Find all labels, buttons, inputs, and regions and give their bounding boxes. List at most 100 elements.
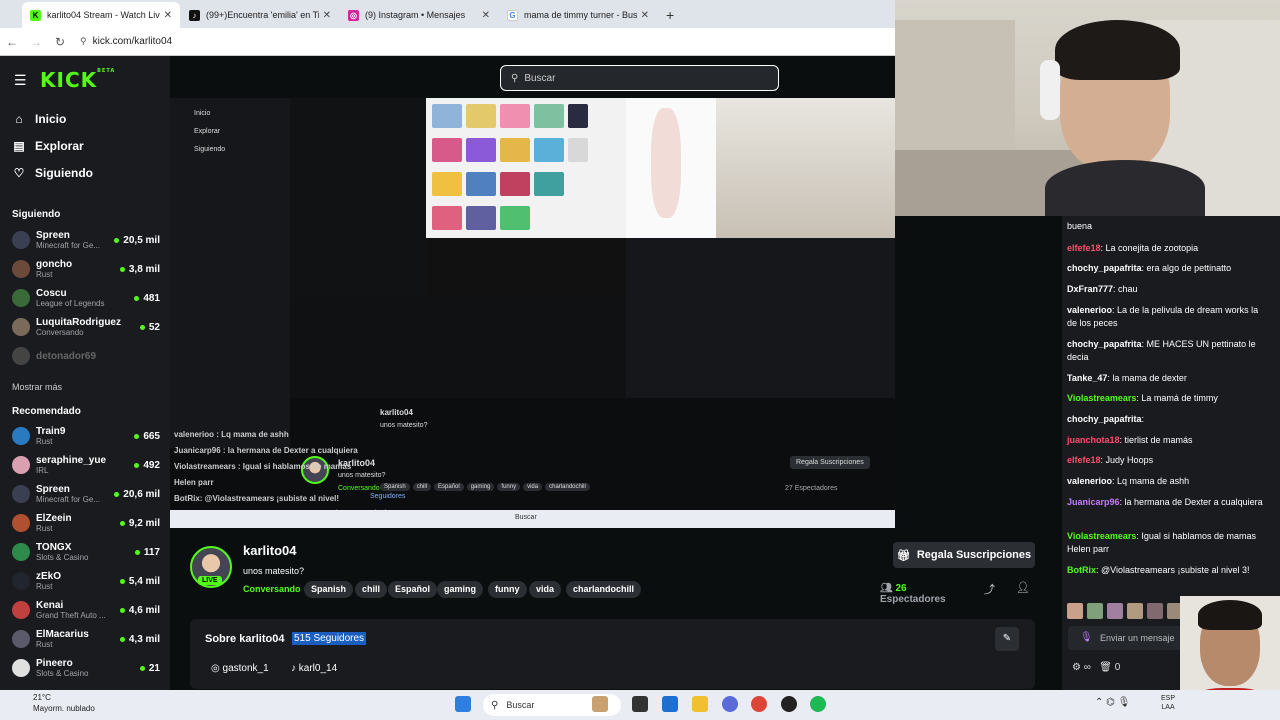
recommended-channel[interactable]: TONGX Slots & Casino 117	[12, 538, 160, 566]
edit-icon[interactable]: ✎	[995, 627, 1019, 651]
recommended-channel[interactable]: ElZeein Rust 9,2 mil	[12, 509, 160, 537]
close-tab-icon[interactable]: ✕	[323, 10, 331, 21]
tag-chill[interactable]: chill	[355, 581, 388, 598]
chat-username[interactable]: juanchota18	[1067, 435, 1120, 445]
following-channel[interactable]: detonador69	[12, 342, 160, 370]
chat-separator: :	[1141, 414, 1145, 424]
back-icon[interactable]: ←	[0, 35, 24, 49]
tag-gaming[interactable]: gaming	[437, 581, 484, 598]
emote-icon[interactable]	[1107, 603, 1123, 619]
store-icon[interactable]	[662, 696, 678, 712]
following-channel[interactable]: goncho Rust 3,8 mil	[12, 255, 160, 283]
channel-name: detonador69	[36, 350, 97, 362]
tab-title: mama de timmy turner - Buscar	[524, 10, 637, 20]
close-tab-icon[interactable]: ✕	[641, 10, 649, 21]
browser-tab-kick[interactable]: K karlito04 Stream - Watch Live o ✕	[22, 2, 180, 28]
emote-icon[interactable]	[1067, 603, 1083, 619]
chat-username[interactable]: elfefe18	[1067, 243, 1101, 253]
channel-names: Spreen Minecraft for Ge...	[36, 484, 114, 504]
discord-icon[interactable]	[722, 696, 738, 712]
channel-names: ElMacarius Rust	[36, 629, 120, 649]
tag-spanish[interactable]: Spanish	[304, 581, 354, 598]
follow-user-icon[interactable]: 👤︎	[1016, 581, 1030, 594]
browser-tab-instagram[interactable]: ◎ (9) Instagram • Mensajes ✕	[340, 2, 498, 28]
chat-username[interactable]: elfefe18	[1067, 455, 1101, 465]
channel-category: Slots & Casino	[36, 669, 89, 678]
emote-icon[interactable]	[1087, 603, 1103, 619]
chat-username[interactable]: DxFran777	[1067, 284, 1113, 294]
recommended-channel[interactable]: ElMacarius Rust 4,3 mil	[12, 625, 160, 653]
following-channel[interactable]: Spreen Minecraft for Ge... 20,5 mil	[12, 226, 160, 254]
close-tab-icon[interactable]: ✕	[482, 10, 490, 21]
menu-icon[interactable]: ☰	[14, 72, 27, 89]
new-tab-button[interactable]: +	[658, 2, 682, 28]
reload-icon[interactable]: ↻	[48, 35, 72, 49]
url-field[interactable]: ⚲ kick.com/karlito04	[80, 36, 172, 47]
site-info-icon[interactable]: ⚲	[80, 36, 87, 47]
channel-names: Train9 Rust	[36, 426, 134, 446]
trash-icon[interactable]: 🗑︎	[1099, 662, 1112, 673]
stream-category-link[interactable]: Conversando	[243, 584, 301, 594]
share-icon[interactable]: ⤴	[984, 581, 995, 597]
recommended-channel[interactable]: seraphine_yue IRL 492	[12, 451, 160, 479]
avatar	[12, 289, 30, 307]
chat-username[interactable]: valenerioo	[1067, 305, 1112, 315]
windows-start-icon[interactable]	[455, 696, 471, 712]
emote-icon[interactable]	[1127, 603, 1143, 619]
tag-español[interactable]: Español	[388, 581, 438, 598]
lang-layout: LAA	[1161, 704, 1175, 711]
search-input[interactable]: ⚲ Buscar	[500, 65, 779, 91]
chat-username[interactable]: Violastreamears	[1067, 531, 1136, 541]
recommended-channel[interactable]: Spreen Minecraft for Ge... 20,6 mil	[12, 480, 160, 508]
nav-inicio[interactable]: ⌂ Inicio	[12, 112, 66, 126]
tag-vida[interactable]: vida	[529, 581, 562, 598]
show-more-link[interactable]: Mostrar más	[12, 382, 62, 392]
nested-tag: chill	[412, 483, 432, 491]
close-tab-icon[interactable]: ✕	[164, 10, 172, 21]
microphone-icon[interactable]: 🎙︎	[1080, 626, 1093, 650]
tag-charlandochill[interactable]: charlandochill	[566, 581, 642, 598]
tiktok-link[interactable]: ♪ karl0_14	[291, 663, 337, 674]
recommended-channel[interactable]: zEkO Rust 5,4 mil	[12, 567, 160, 595]
recommended-channel[interactable]: Kenai Grand Theft Auto ... 4,6 mil	[12, 596, 160, 624]
recommended-channel[interactable]: Pineero Slots & Casino 21	[12, 654, 160, 682]
instagram-link[interactable]: ◎ gastonk_1	[211, 663, 269, 674]
emote-icon[interactable]	[1147, 603, 1163, 619]
video-player[interactable]: Inicio Explorar Siguiendo karlito04 unos…	[170, 98, 895, 528]
nested-taskbar: Buscar	[170, 510, 895, 528]
task-view-icon[interactable]	[632, 696, 648, 712]
app-icon[interactable]	[781, 696, 797, 712]
chat-username[interactable]: Tanke_47	[1067, 373, 1107, 383]
forward-icon[interactable]: →	[24, 35, 48, 49]
file-explorer-icon[interactable]	[692, 696, 708, 712]
following-channel[interactable]: LuquitaRodriguez Conversando 52	[12, 313, 160, 341]
chat-username[interactable]: chochy_papafrita	[1067, 339, 1142, 349]
spotify-icon[interactable]	[810, 696, 826, 712]
chat-username[interactable]: Juanicarp96	[1067, 497, 1120, 507]
widget-icon[interactable]	[592, 696, 608, 712]
chat-username[interactable]: valenerioo	[1067, 476, 1112, 486]
nested-taskbar-search: Buscar	[515, 514, 537, 521]
tag-funny[interactable]: funny	[488, 581, 527, 598]
recommended-channel[interactable]: Train9 Rust 665	[12, 422, 160, 450]
browser-tab-tiktok[interactable]: ♪ (99+)Encuentra 'emilia' en TikTok ✕	[181, 2, 339, 28]
chat-username[interactable]: Violastreamears	[1067, 393, 1136, 403]
settings-icon[interactable]: ⚙ ∞	[1072, 662, 1091, 673]
following-channel[interactable]: Coscu League of Legends 481	[12, 284, 160, 312]
gift-subs-button[interactable]: 🎁︎ Regala Suscripciones	[893, 542, 1035, 568]
chat-username[interactable]: BotRix	[1067, 565, 1096, 575]
kick-logo[interactable]: KICKBETA	[40, 68, 115, 92]
chrome-icon[interactable]	[751, 696, 767, 712]
nav-explorar[interactable]: ▤ Explorar	[12, 139, 83, 153]
language-indicator[interactable]: ESP LAA	[1161, 694, 1175, 712]
channel-name: seraphine_yue	[36, 455, 107, 466]
chat-input-placeholder: Enviar un mensaje	[1100, 633, 1175, 643]
channel-name[interactable]: karlito04	[243, 543, 296, 558]
system-tray[interactable]: ⌃ ⌬ 🎙︎	[1095, 697, 1130, 708]
weather-widget[interactable]: 21°C Mayorm. nublado	[33, 692, 95, 714]
nav-siguiendo[interactable]: ♡ Siguiendo	[12, 166, 93, 180]
viewer-count: 20,6 mil	[114, 489, 160, 500]
chat-username[interactable]: chochy_papafrita	[1067, 263, 1142, 273]
browser-tab-google[interactable]: G mama de timmy turner - Buscar ✕	[499, 2, 657, 28]
chat-username[interactable]: chochy_papafrita	[1067, 414, 1142, 424]
